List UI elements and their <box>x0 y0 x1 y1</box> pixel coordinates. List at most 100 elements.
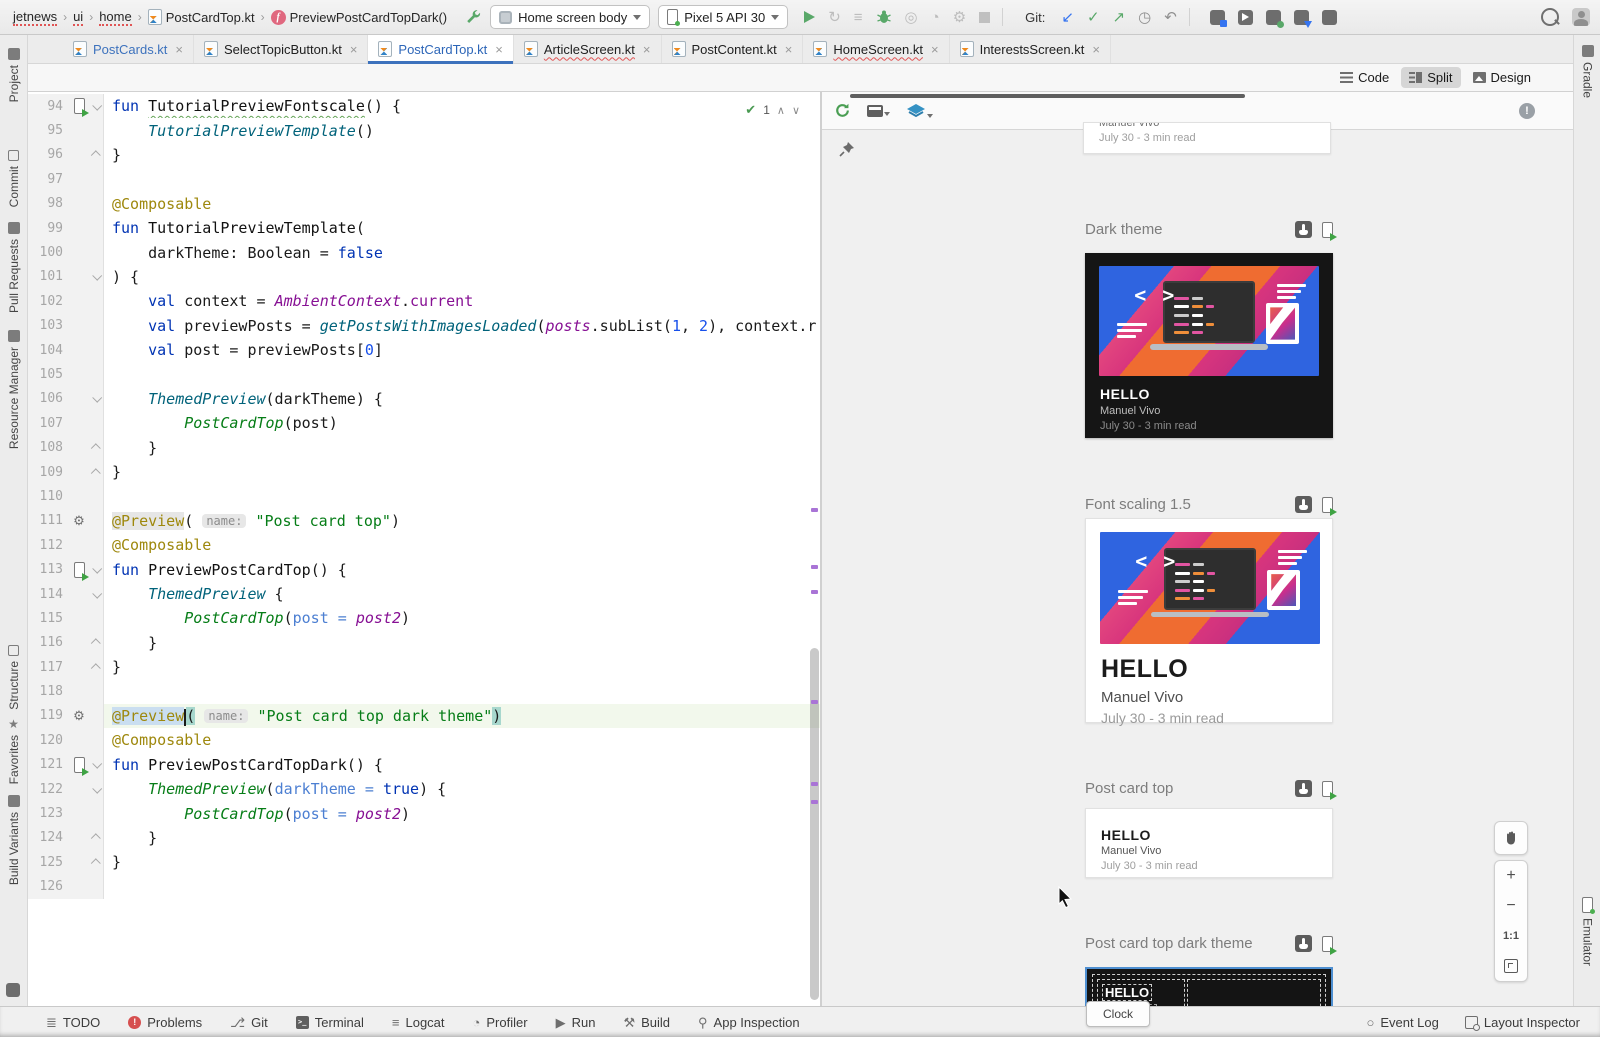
fold-marker[interactable] <box>92 564 102 574</box>
search-everywhere-icon[interactable] <box>1541 8 1559 26</box>
preview-settings-icon[interactable]: ⚙ <box>73 709 85 722</box>
code-line[interactable]: 118 <box>27 679 820 703</box>
code-line[interactable]: 96} <box>27 143 820 167</box>
tab-homescreen-kt[interactable]: HomeScreen.kt× <box>803 35 949 63</box>
tab-articlescreen-kt[interactable]: ArticleScreen.kt× <box>514 35 662 63</box>
run-preview-icon[interactable] <box>74 757 85 773</box>
run-button[interactable] <box>804 11 815 23</box>
fold-marker[interactable] <box>90 151 100 161</box>
sidebar-item-project[interactable]: Project <box>0 48 27 102</box>
statusbar-item-profiler[interactable]: ◔Profiler <box>473 1015 528 1030</box>
statusbar-item-app-inspection[interactable]: ⚲App Inspection <box>698 1015 800 1030</box>
statusbar-item-event-log[interactable]: ○Event Log <box>1366 1015 1438 1030</box>
profiler-attach-icon[interactable]: ◔ <box>931 10 940 25</box>
code-line[interactable]: 109} <box>27 460 820 484</box>
breadcrumb-item[interactable]: PostCardTop.kt <box>145 8 258 26</box>
statusbar-item-logcat[interactable]: ≡Logcat <box>392 1015 445 1030</box>
device-file-explorer-icon[interactable] <box>1210 10 1225 25</box>
close-icon[interactable]: × <box>643 42 651 57</box>
fold-marker[interactable] <box>90 468 100 478</box>
fold-marker[interactable] <box>90 443 100 453</box>
code-line[interactable]: 114 ThemedPreview { <box>27 582 820 606</box>
tab-selecttopicbutton-kt[interactable]: SelectTopicButton.kt× <box>194 35 368 63</box>
prev-issue-icon[interactable]: ∧ <box>777 104 785 117</box>
code-line[interactable]: 121fun PreviewPostCardTopDark() { <box>27 753 820 777</box>
profile-avatar[interactable] <box>1572 8 1590 26</box>
deploy-preview-icon[interactable] <box>1322 781 1333 797</box>
fold-marker[interactable] <box>90 834 100 844</box>
fold-marker[interactable] <box>90 858 100 868</box>
close-icon[interactable]: × <box>1092 42 1100 57</box>
git-commit-icon[interactable]: ✓ <box>1087 10 1100 25</box>
tab-postcards-kt[interactable]: PostCards.kt× <box>63 35 194 63</box>
code-line[interactable]: 106 ThemedPreview(darkTheme) { <box>27 387 820 411</box>
statusbar-item-git[interactable]: ⎇Git <box>230 1015 268 1030</box>
fold-marker[interactable] <box>90 639 100 649</box>
deploy-preview-icon[interactable] <box>1322 936 1333 952</box>
sidebar-item-gradle[interactable]: Gradle <box>1574 45 1600 98</box>
code-line[interactable]: 122 ThemedPreview(darkTheme = true) { <box>27 777 820 801</box>
close-icon[interactable]: × <box>495 42 503 57</box>
code-line[interactable]: 105 <box>27 362 820 386</box>
mode-design-button[interactable]: Design <box>1465 67 1539 88</box>
run-configuration-select[interactable]: Home screen body <box>490 5 650 29</box>
fold-marker[interactable] <box>92 759 102 769</box>
statusbar-item-run[interactable]: ▶Run <box>556 1015 596 1030</box>
interactive-preview-icon[interactable] <box>1295 780 1312 797</box>
breadcrumb-item[interactable]: jetnews <box>10 8 60 27</box>
sidebar-item-structure[interactable]: Structure <box>0 645 27 710</box>
sidebar-item-resource-manager[interactable]: Resource Manager <box>0 330 27 449</box>
debug-button[interactable] <box>876 9 892 25</box>
code-line[interactable]: 108 } <box>27 435 820 459</box>
statusbar-item-terminal[interactable]: >_Terminal <box>296 1015 364 1030</box>
code-line[interactable]: 115 PostCardTop(post = post2) <box>27 606 820 630</box>
code-editor[interactable]: 94fun TutorialPreviewFontscale() {95 Tut… <box>27 92 820 1006</box>
fold-marker[interactable] <box>92 101 102 111</box>
code-line[interactable]: 95 TutorialPreviewTemplate() <box>27 118 820 142</box>
running-devices-icon[interactable] <box>1238 10 1253 25</box>
fold-marker[interactable] <box>92 783 102 793</box>
sidebar-item-pull-requests[interactable]: Pull Requests <box>0 222 27 313</box>
issues-info-icon[interactable]: ! <box>1519 103 1535 119</box>
interactive-preview-icon[interactable] <box>1295 221 1312 238</box>
breadcrumb-item[interactable]: home <box>96 8 135 27</box>
code-line[interactable]: 112@Composable <box>27 533 820 557</box>
zoom-out-button[interactable]: − <box>1495 891 1527 921</box>
preview-horizontal-scrollbar[interactable] <box>850 94 1245 98</box>
attach-debugger-icon[interactable]: ⚙ <box>953 10 966 25</box>
interactive-preview-icon[interactable] <box>1295 496 1312 513</box>
statusbar-item-problems[interactable]: !Problems <box>128 1015 202 1030</box>
view-options-icon[interactable] <box>867 105 890 117</box>
deploy-preview-icon[interactable] <box>1322 222 1333 238</box>
interactive-preview-icon[interactable] <box>1295 935 1312 952</box>
code-line[interactable]: 126 <box>27 875 820 899</box>
statusbar-item-build[interactable]: ⚒Build <box>623 1015 670 1030</box>
code-line[interactable]: 111⚙@Preview( name: "Post card top") <box>27 509 820 533</box>
apply-changes-icon[interactable]: ↻ <box>828 10 841 25</box>
pan-hand-button[interactable] <box>1494 821 1528 855</box>
inspection-widget[interactable]: ✔ 1 ∧ ∨ <box>741 100 804 120</box>
code-line[interactable]: 94fun TutorialPreviewFontscale() { <box>27 94 820 118</box>
close-icon[interactable]: × <box>785 42 793 57</box>
tab-interestsscreen-kt[interactable]: InterestsScreen.kt× <box>950 35 1111 63</box>
clock-floating-button[interactable]: Clock <box>1086 1001 1150 1027</box>
statusbar-item-todo[interactable]: ≣TODO <box>46 1015 100 1030</box>
sdk-manager-icon[interactable] <box>1294 10 1309 25</box>
sidebar-item-commit[interactable]: Commit <box>0 150 27 207</box>
breadcrumb-item[interactable]: fPreviewPostCardTopDark() <box>268 9 451 26</box>
code-line[interactable]: 102 val context = AmbientContext.current <box>27 289 820 313</box>
code-line[interactable]: 99fun TutorialPreviewTemplate( <box>27 216 820 240</box>
code-line[interactable]: 120@Composable <box>27 728 820 752</box>
rollback-icon[interactable]: ↶ <box>1164 10 1177 25</box>
deploy-preview-icon[interactable] <box>1322 497 1333 513</box>
code-line[interactable]: 110 <box>27 484 820 508</box>
fold-marker[interactable] <box>92 588 102 598</box>
mode-code-button[interactable]: Code <box>1332 67 1397 88</box>
statusbar-item-layout-inspector[interactable]: Layout Inspector <box>1465 1015 1580 1030</box>
preview-settings-icon[interactable]: ⚙ <box>73 514 85 527</box>
layers-icon[interactable] <box>906 103 933 119</box>
history-icon[interactable]: ◷ <box>1138 10 1151 25</box>
refresh-preview-icon[interactable] <box>834 102 851 119</box>
device-manager-icon[interactable] <box>1266 10 1281 25</box>
fold-marker[interactable] <box>92 271 102 281</box>
